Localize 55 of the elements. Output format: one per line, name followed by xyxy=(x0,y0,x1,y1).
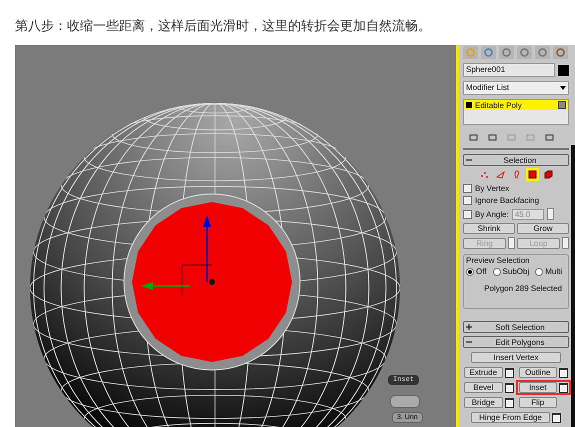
edit-polygon-button[interactable]: Hinge From Edge xyxy=(471,412,550,423)
transform-gizmo-icon xyxy=(141,215,215,296)
edge-icon xyxy=(496,170,504,179)
object-color-swatch[interactable] xyxy=(558,64,569,76)
minus-icon xyxy=(466,157,472,163)
object-name-field[interactable]: Sphere001 xyxy=(463,63,555,77)
cube-icon xyxy=(544,170,552,179)
polygon-icon xyxy=(528,170,536,179)
edit-polygon-button[interactable]: Insert Vertex xyxy=(471,352,561,363)
dropdown-arrow-icon xyxy=(560,85,566,91)
caption-text: 第八步：收缩一些距离，这样后面光滑时，这里的转折会更加自然流畅。 xyxy=(14,18,432,36)
edit-polygon-button[interactable]: Inset xyxy=(518,382,557,393)
rollout-header[interactable]: Selection xyxy=(463,154,569,166)
panel-tab[interactable] xyxy=(553,46,568,59)
rollout-header[interactable]: Edit Polygons xyxy=(463,336,569,348)
edit-polygon-button[interactable]: Extrude xyxy=(464,367,502,378)
subobject-button[interactable] xyxy=(526,168,538,181)
radio-label: Off xyxy=(476,267,487,276)
panel-tab[interactable] xyxy=(517,46,532,59)
minus-icon xyxy=(466,339,472,345)
edit-polygon-button[interactable]: Outline xyxy=(518,367,557,378)
panel-tab[interactable] xyxy=(535,46,550,59)
radio-label: Multi xyxy=(545,267,562,276)
group-title: Preview Selection xyxy=(466,256,530,265)
edit-polygon-button[interactable]: Flip xyxy=(518,397,557,408)
selection-button[interactable]: Shrink xyxy=(463,223,515,234)
checkbox-label: By Vertex xyxy=(475,184,510,193)
spinner[interactable] xyxy=(562,237,569,249)
selection-button[interactable]: Grow xyxy=(517,223,569,234)
stack-item[interactable]: Editable Poly xyxy=(464,100,568,110)
subobject-button[interactable] xyxy=(542,168,554,181)
spinner[interactable] xyxy=(508,237,515,249)
modifier-list-dropdown[interactable]: Modifier List xyxy=(463,81,569,95)
plus-icon xyxy=(466,324,472,330)
edit-polygon-button[interactable]: Bevel xyxy=(464,382,502,393)
selection-status: Polygon 289 Selected xyxy=(484,284,562,293)
radio-label: SubObj xyxy=(502,267,530,276)
rollout-header[interactable]: Soft Selection xyxy=(463,321,569,333)
checkbox[interactable] xyxy=(463,196,472,205)
spinner[interactable] xyxy=(546,208,554,220)
radio-button[interactable] xyxy=(492,268,501,276)
radio-button[interactable] xyxy=(466,268,474,276)
checkbox-label: Ignore Backfacing xyxy=(475,196,540,205)
settings-icon[interactable] xyxy=(552,412,561,422)
panel-tab[interactable] xyxy=(499,46,514,59)
border-icon xyxy=(512,170,520,179)
edit-polygon-button[interactable]: Bridge xyxy=(464,397,502,408)
vertex-icon xyxy=(480,170,488,179)
caddy-button[interactable] xyxy=(390,395,420,408)
checkbox[interactable] xyxy=(463,184,472,193)
checkbox-label: By Angle: xyxy=(475,210,509,218)
panel-tab[interactable] xyxy=(481,46,496,59)
checkbox[interactable] xyxy=(463,210,472,218)
scrollbar[interactable] xyxy=(571,145,575,427)
radio-button[interactable] xyxy=(535,268,544,276)
